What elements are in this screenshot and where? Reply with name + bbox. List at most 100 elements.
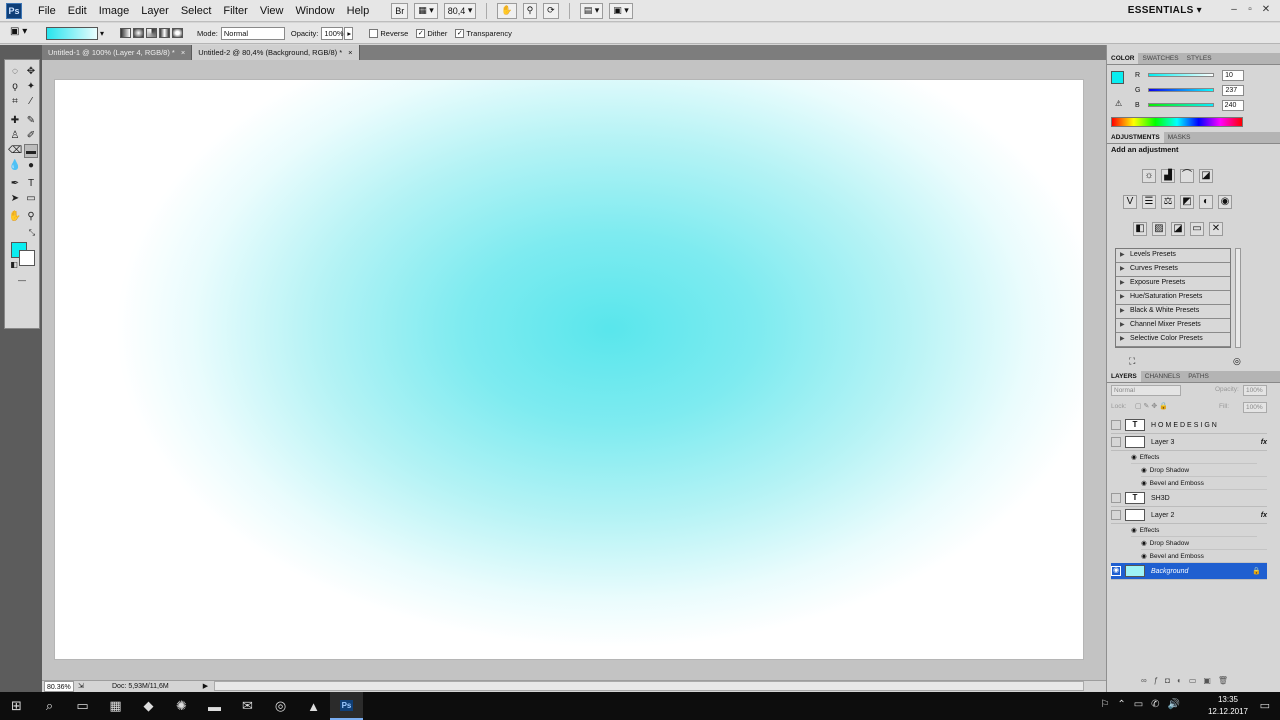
tab-adjustments[interactable]: ADJUSTMENTS [1107, 132, 1164, 143]
blur-tool-icon[interactable]: 💧 [8, 159, 22, 173]
preset-item[interactable]: Selective Color Presets [1116, 333, 1230, 347]
mail-icon[interactable]: ✉ [231, 692, 264, 720]
adjustments-options-icon[interactable]: ◎ [1233, 356, 1241, 367]
app-icon[interactable]: ✺ [165, 692, 198, 720]
eye-icon[interactable]: ◉ [1111, 566, 1121, 576]
brush-tool-icon[interactable]: ✎ [24, 114, 38, 128]
menu-file[interactable]: File [32, 0, 62, 22]
reflected-gradient-icon[interactable] [159, 28, 171, 38]
menu-select[interactable]: Select [175, 0, 218, 22]
transparency-checkbox[interactable]: ✓ [455, 28, 465, 38]
hand-tool-icon[interactable]: ✋ [8, 210, 22, 224]
clone-stamp-tool-icon[interactable]: ♙ [8, 129, 22, 143]
arrange-documents-icon[interactable]: ▤ ▾ [579, 2, 604, 19]
bridge-icon[interactable]: Br [391, 2, 409, 19]
pen-tool-icon[interactable]: ✒ [8, 177, 22, 191]
tool-preset-icon[interactable]: ▣ ▾ [10, 26, 38, 40]
healing-brush-tool-icon[interactable]: ✚ [8, 114, 22, 128]
black-white-icon[interactable]: ◩ [1180, 195, 1194, 209]
tab-styles[interactable]: STYLES [1183, 53, 1216, 64]
tab-untitled-2[interactable]: Untitled-2 @ 80,4% (Background, RGB/8) *… [192, 45, 360, 60]
minimize-icon[interactable]: – [1228, 4, 1240, 16]
diamond-gradient-icon[interactable] [172, 28, 184, 38]
reverse-option[interactable]: Reverse [369, 28, 408, 38]
tab-channels[interactable]: CHANNELS [1141, 371, 1184, 382]
search-icon[interactable]: ⌕ [33, 692, 66, 720]
tab-untitled-1[interactable]: Untitled-1 @ 100% (Layer 4, RGB/8) * × [42, 45, 193, 60]
preset-item[interactable]: Curves Presets [1116, 263, 1230, 277]
tab-masks[interactable]: MASKS [1164, 132, 1195, 143]
effects-eye-icon[interactable]: ◉ [1131, 527, 1137, 534]
type-tool-icon[interactable]: T [24, 177, 38, 191]
opacity-input[interactable]: 100% [321, 26, 344, 40]
brightness-contrast-icon[interactable]: ☼ [1142, 169, 1156, 183]
task-view-icon[interactable]: ▭ [66, 692, 99, 720]
effect-eye-icon[interactable]: ◉ [1141, 467, 1147, 474]
effects-group[interactable]: ◉ Effects [1131, 451, 1257, 464]
rotate-view-icon[interactable]: ⟳ [543, 2, 559, 19]
photos-icon[interactable]: ▲ [297, 692, 330, 720]
layer-3[interactable]: Layer 3 fx [1111, 434, 1267, 451]
green-slider[interactable] [1148, 88, 1215, 92]
zoom-icon[interactable]: ⚲ [522, 2, 538, 19]
gamut-warning-icon[interactable]: ⚠ [1115, 99, 1122, 108]
presets-scrollbar[interactable] [1235, 248, 1241, 348]
opacity-arrow-icon[interactable]: ▸ [344, 26, 354, 40]
photo-filter-icon[interactable]: ◐ [1199, 195, 1213, 209]
red-slider[interactable] [1148, 73, 1215, 77]
status-export-icon[interactable]: ⇲ [78, 681, 88, 692]
screen-mode-icon[interactable]: ▣ ▾ [609, 2, 633, 19]
eraser-tool-icon[interactable]: ⌫ [8, 144, 22, 158]
effect-bevel-emboss[interactable]: ◉ Bevel and Emboss [1141, 550, 1267, 563]
default-colors-icon[interactable]: ◧ [7, 258, 21, 272]
photoshop-taskbar-icon[interactable]: Ps [330, 692, 363, 720]
effect-bevel-emboss[interactable]: ◉ Bevel and Emboss [1141, 477, 1267, 490]
gradient-map-icon[interactable]: ▭ [1190, 222, 1204, 236]
windows-start-icon[interactable]: ⊞ [0, 692, 33, 720]
status-menu-arrow-icon[interactable]: ▶ [203, 681, 208, 692]
tab-color[interactable]: COLOR [1107, 53, 1139, 64]
threshold-icon[interactable]: ◪ [1171, 222, 1185, 236]
fill-input[interactable]: 100% [1243, 402, 1267, 413]
channel-mixer-icon[interactable]: ◉ [1218, 195, 1232, 209]
radial-gradient-icon[interactable] [133, 28, 145, 38]
zoom-readout-field[interactable]: 80.36% [44, 681, 74, 692]
gradient-picker[interactable] [46, 26, 98, 40]
fx-badge[interactable]: fx [1261, 512, 1267, 519]
layer-homedesign[interactable]: T HOMEDESIGN [1111, 417, 1267, 434]
document-canvas[interactable] [55, 80, 1083, 659]
background-color-swatch[interactable] [19, 250, 35, 266]
tab-swatches[interactable]: SWATCHES [1138, 53, 1182, 64]
levels-icon[interactable]: ▟ [1161, 169, 1175, 183]
lasso-tool-icon[interactable]: ϙ [8, 80, 22, 94]
magic-wand-tool-icon[interactable]: ✦ [24, 80, 38, 94]
effect-eye-icon[interactable]: ◉ [1141, 540, 1147, 547]
layer-background[interactable]: ◉ Background 🔒 [1111, 563, 1267, 580]
hue-saturation-icon[interactable]: ☰ [1142, 195, 1156, 209]
clip-to-layer-icon[interactable]: ⛶ [1129, 356, 1135, 367]
exposure-icon[interactable]: ◪ [1199, 169, 1213, 183]
eyedropper-tool-icon[interactable]: ⁄ [24, 95, 38, 109]
effect-eye-icon[interactable]: ◉ [1141, 553, 1147, 560]
posterize-icon[interactable]: ▨ [1152, 222, 1166, 236]
preset-item[interactable]: Black & White Presets [1116, 305, 1230, 319]
selective-color-icon[interactable]: ✕ [1209, 222, 1223, 236]
tab-close-icon[interactable]: × [348, 45, 352, 60]
crop-tool-icon[interactable]: ⌗ [8, 95, 22, 109]
angle-gradient-icon[interactable] [146, 28, 158, 38]
visibility-toggle[interactable] [1111, 493, 1121, 503]
menu-image[interactable]: Image [93, 0, 136, 22]
color-panel-foreground[interactable] [1111, 71, 1124, 84]
preset-item[interactable]: Hue/Saturation Presets [1116, 291, 1230, 305]
menu-help[interactable]: Help [341, 0, 376, 22]
blue-input[interactable]: 240 [1221, 99, 1244, 111]
green-input[interactable]: 237 [1222, 84, 1245, 96]
calculator-icon[interactable]: ▦ [99, 692, 132, 720]
marquee-tool-icon[interactable]: ◌ [8, 65, 22, 79]
preset-item[interactable]: Channel Mixer Presets [1116, 319, 1230, 333]
effect-drop-shadow[interactable]: ◉ Drop Shadow [1141, 464, 1267, 477]
dodge-tool-icon[interactable]: ● [24, 159, 38, 173]
lock-icons[interactable]: ▢ ✎ ✥ 🔒 [1135, 402, 1168, 410]
maximize-icon[interactable]: ▫ [1244, 4, 1256, 16]
visibility-toggle[interactable] [1111, 420, 1121, 430]
